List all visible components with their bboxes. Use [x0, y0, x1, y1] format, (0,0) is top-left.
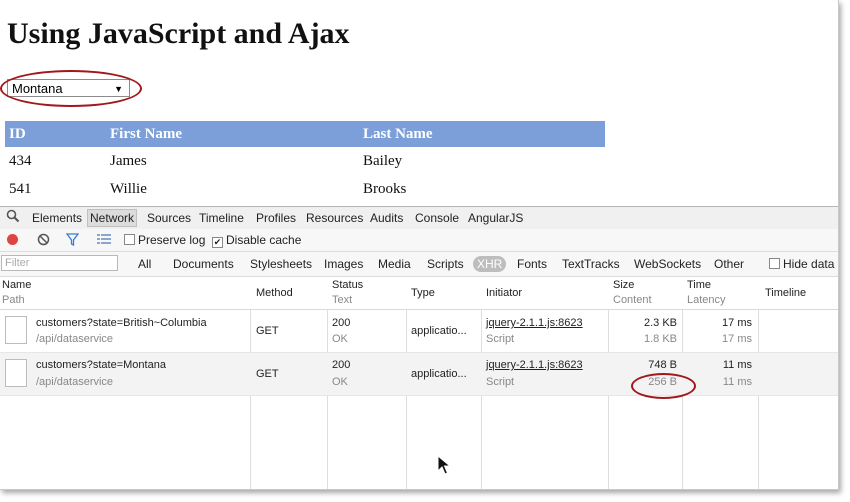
filter-media[interactable]: Media [378, 257, 411, 271]
header-initiator[interactable]: Initiator [486, 287, 522, 299]
tab-resources[interactable]: Resources [306, 210, 363, 226]
document-icon [5, 316, 27, 344]
request-method: GET [256, 325, 279, 337]
col-first-name: First Name [106, 121, 359, 147]
tab-profiles[interactable]: Profiles [256, 210, 296, 226]
request-status: 200 [332, 317, 351, 329]
dropdown-arrow-icon: ▼ [114, 84, 123, 94]
request-status-text: OK [332, 333, 348, 345]
network-toolbar: Preserve log ✔ Disable cache [0, 229, 838, 252]
request-initiator-link[interactable]: jquery-2.1.1.js:8623 [486, 359, 583, 371]
header-timeline[interactable]: Timeline [765, 287, 806, 299]
preserve-log-checkbox[interactable]: Preserve log [124, 233, 205, 247]
request-initiator-link[interactable]: jquery-2.1.1.js:8623 [486, 317, 583, 329]
record-icon[interactable] [7, 234, 18, 248]
clear-icon[interactable] [37, 233, 50, 247]
request-initiator-type: Script [486, 333, 515, 345]
view-list-icon[interactable] [97, 233, 111, 247]
cell-id: 541 [9, 180, 32, 197]
request-time: 17 ms [722, 317, 752, 329]
header-time[interactable]: Time [687, 279, 711, 291]
customers-table: ID First Name Last Name 434 James Bailey… [5, 121, 605, 203]
filter-funnel-icon[interactable] [65, 233, 80, 247]
request-latency: 11 ms [722, 376, 752, 388]
header-size[interactable]: Size [613, 279, 634, 291]
disable-cache-checkbox[interactable]: ✔ Disable cache [212, 233, 302, 248]
cell-last: Brooks [363, 180, 407, 197]
header-type[interactable]: Type [411, 287, 435, 299]
filter-input[interactable]: Filter [1, 255, 118, 271]
filter-texttracks[interactable]: TextTracks [562, 257, 620, 271]
header-name[interactable]: Name [2, 279, 31, 291]
header-text[interactable]: Text [332, 294, 352, 306]
col-last-name: Last Name [359, 121, 605, 147]
state-select-value: Montana [12, 81, 63, 96]
request-initiator-type: Script [486, 376, 515, 388]
filter-images[interactable]: Images [324, 257, 363, 271]
request-name[interactable]: customers?state=British~Columbia [36, 317, 207, 329]
tab-elements[interactable]: Elements [32, 210, 82, 226]
checkbox-unchecked-icon [124, 234, 135, 245]
browser-frame: Using JavaScript and Ajax Montana ▼ ID F… [0, 0, 839, 490]
request-status: 200 [332, 359, 351, 371]
filter-websockets[interactable]: WebSockets [634, 257, 701, 271]
request-type: applicatio... [411, 368, 467, 380]
request-latency: 17 ms [722, 333, 752, 345]
tab-console[interactable]: Console [415, 210, 459, 226]
filter-fonts[interactable]: Fonts [517, 257, 547, 271]
cell-id: 434 [9, 152, 32, 169]
request-row[interactable]: customers?state=British~Columbia /api/da… [0, 310, 838, 353]
filter-other[interactable]: Other [714, 257, 744, 271]
tab-timeline[interactable]: Timeline [199, 210, 244, 226]
checkbox-unchecked-icon [769, 258, 780, 269]
tab-angularjs[interactable]: AngularJS [468, 210, 523, 226]
header-status[interactable]: Status [332, 279, 363, 291]
inspect-icon[interactable] [6, 209, 20, 225]
state-select[interactable]: Montana ▼ [7, 79, 130, 97]
filter-documents[interactable]: Documents [173, 257, 234, 271]
request-status-text: OK [332, 376, 348, 388]
cell-first: James [110, 152, 147, 169]
request-path: /api/dataservice [36, 333, 114, 345]
network-filter-bar: Filter All Documents Stylesheets Images … [0, 252, 838, 277]
request-size: 2.3 KB [643, 317, 677, 329]
table-row: 434 James Bailey [5, 147, 605, 175]
grid-header: Name Path Method Status Text Type Initia… [0, 277, 838, 310]
cell-last: Bailey [363, 152, 403, 169]
tab-audits[interactable]: Audits [370, 210, 403, 226]
request-content-size: 256 B [648, 376, 677, 388]
preserve-log-label: Preserve log [138, 233, 206, 247]
request-path: /api/dataservice [36, 376, 114, 388]
header-latency[interactable]: Latency [687, 294, 726, 306]
table-header-row: ID First Name Last Name [5, 121, 605, 147]
filter-xhr[interactable]: XHR [473, 256, 507, 272]
filter-all[interactable]: All [138, 257, 151, 271]
devtools-panel: Elements Network Sources Timeline Profil… [0, 206, 838, 489]
filter-scripts[interactable]: Scripts [427, 257, 464, 271]
cell-first: Willie [110, 180, 147, 197]
header-content[interactable]: Content [613, 294, 652, 306]
header-method[interactable]: Method [256, 287, 293, 299]
filter-stylesheets[interactable]: Stylesheets [250, 257, 312, 271]
network-request-grid: Name Path Method Status Text Type Initia… [0, 277, 838, 489]
request-row[interactable]: customers?state=Montana /api/dataservice… [0, 353, 838, 396]
request-time: 11 ms [722, 359, 752, 371]
page-title: Using JavaScript and Ajax [7, 17, 350, 50]
table-row: 541 Willie Brooks [5, 175, 605, 203]
disable-cache-label: Disable cache [226, 233, 302, 247]
document-icon [5, 359, 27, 387]
tab-sources[interactable]: Sources [147, 210, 191, 226]
header-path[interactable]: Path [2, 294, 25, 306]
col-id: ID [5, 121, 106, 147]
hide-data-checkbox[interactable]: Hide data [769, 257, 834, 271]
checkbox-checked-icon: ✔ [212, 237, 223, 248]
request-size: 748 B [648, 359, 677, 371]
devtools-tab-bar: Elements Network Sources Timeline Profil… [0, 206, 838, 230]
hide-data-label: Hide data [783, 257, 835, 271]
request-content-size: 1.8 KB [643, 333, 677, 345]
request-name[interactable]: customers?state=Montana [36, 359, 166, 371]
request-type: applicatio... [411, 325, 467, 337]
tab-network[interactable]: Network [87, 209, 138, 227]
request-method: GET [256, 368, 279, 380]
